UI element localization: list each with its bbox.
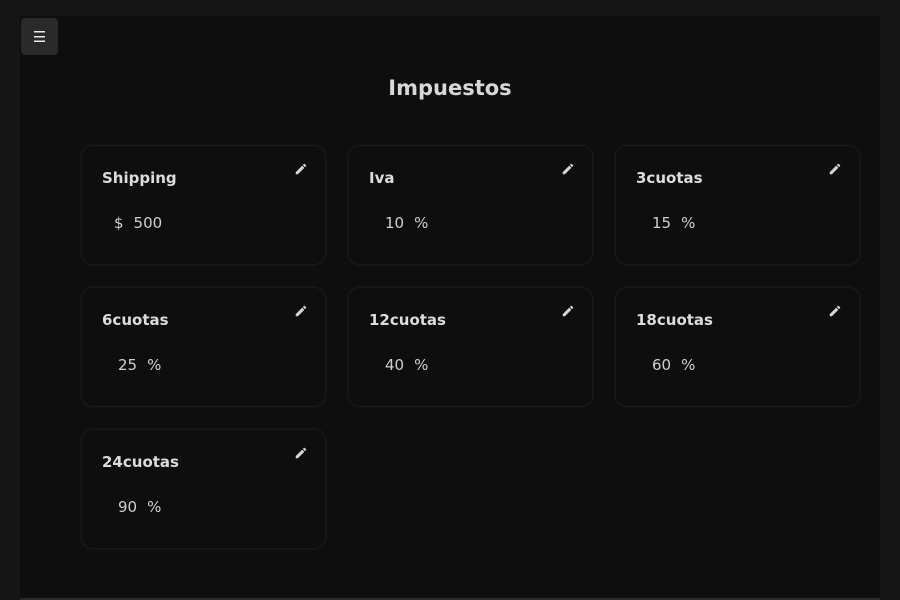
percent-suffix: % bbox=[147, 498, 162, 516]
main-container: Impuestos Shipping $500 Iva 10% 3cuotas 15… bbox=[20, 16, 880, 600]
tax-value: 90 bbox=[118, 498, 138, 516]
tax-name: 3cuotas bbox=[636, 169, 703, 187]
tax-value: 60 bbox=[652, 356, 672, 374]
tax-name: Shipping bbox=[102, 169, 177, 187]
tax-name: 12cuotas bbox=[369, 311, 446, 329]
tax-grid: Shipping $500 Iva 10% 3cuotas 15% 6cuotas 2… bbox=[81, 145, 860, 549]
pencil-icon[interactable] bbox=[561, 304, 575, 318]
tax-name: 6cuotas bbox=[102, 311, 169, 329]
pencil-icon[interactable] bbox=[828, 162, 842, 176]
tax-card: 18cuotas 60% bbox=[615, 287, 860, 407]
tax-name: 18cuotas bbox=[636, 311, 713, 329]
pencil-icon[interactable] bbox=[561, 162, 575, 176]
tax-value-row: $500 bbox=[114, 214, 162, 232]
percent-suffix: % bbox=[414, 214, 429, 232]
tax-value: 25 bbox=[118, 356, 138, 374]
tax-name: Iva bbox=[369, 169, 395, 187]
tax-value-row: 15% bbox=[652, 214, 695, 232]
tax-card: 12cuotas 40% bbox=[348, 287, 593, 407]
tax-value-row: 25% bbox=[118, 356, 161, 374]
tax-value-row: 60% bbox=[652, 356, 695, 374]
pencil-icon[interactable] bbox=[294, 162, 308, 176]
tax-value: 15 bbox=[652, 214, 672, 232]
pencil-icon[interactable] bbox=[294, 304, 308, 318]
percent-suffix: % bbox=[681, 356, 696, 374]
currency-prefix: $ bbox=[114, 214, 124, 232]
tax-value: 500 bbox=[133, 214, 163, 232]
tax-card: Iva 10% bbox=[348, 145, 593, 265]
pencil-icon[interactable] bbox=[828, 304, 842, 318]
tax-value-row: 90% bbox=[118, 498, 161, 516]
tax-value: 40 bbox=[385, 356, 405, 374]
menu-button[interactable]: ☰ bbox=[21, 18, 58, 55]
tax-name: 24cuotas bbox=[102, 453, 179, 471]
tax-card: 24cuotas 90% bbox=[81, 429, 326, 549]
page-title: Impuestos bbox=[388, 76, 512, 100]
tax-value-row: 40% bbox=[385, 356, 428, 374]
tax-card: 3cuotas 15% bbox=[615, 145, 860, 265]
percent-suffix: % bbox=[147, 356, 162, 374]
pencil-icon[interactable] bbox=[294, 446, 308, 460]
tax-value-row: 10% bbox=[385, 214, 428, 232]
percent-suffix: % bbox=[681, 214, 696, 232]
tax-value: 10 bbox=[385, 214, 405, 232]
tax-card: Shipping $500 bbox=[81, 145, 326, 265]
tax-card: 6cuotas 25% bbox=[81, 287, 326, 407]
percent-suffix: % bbox=[414, 356, 429, 374]
